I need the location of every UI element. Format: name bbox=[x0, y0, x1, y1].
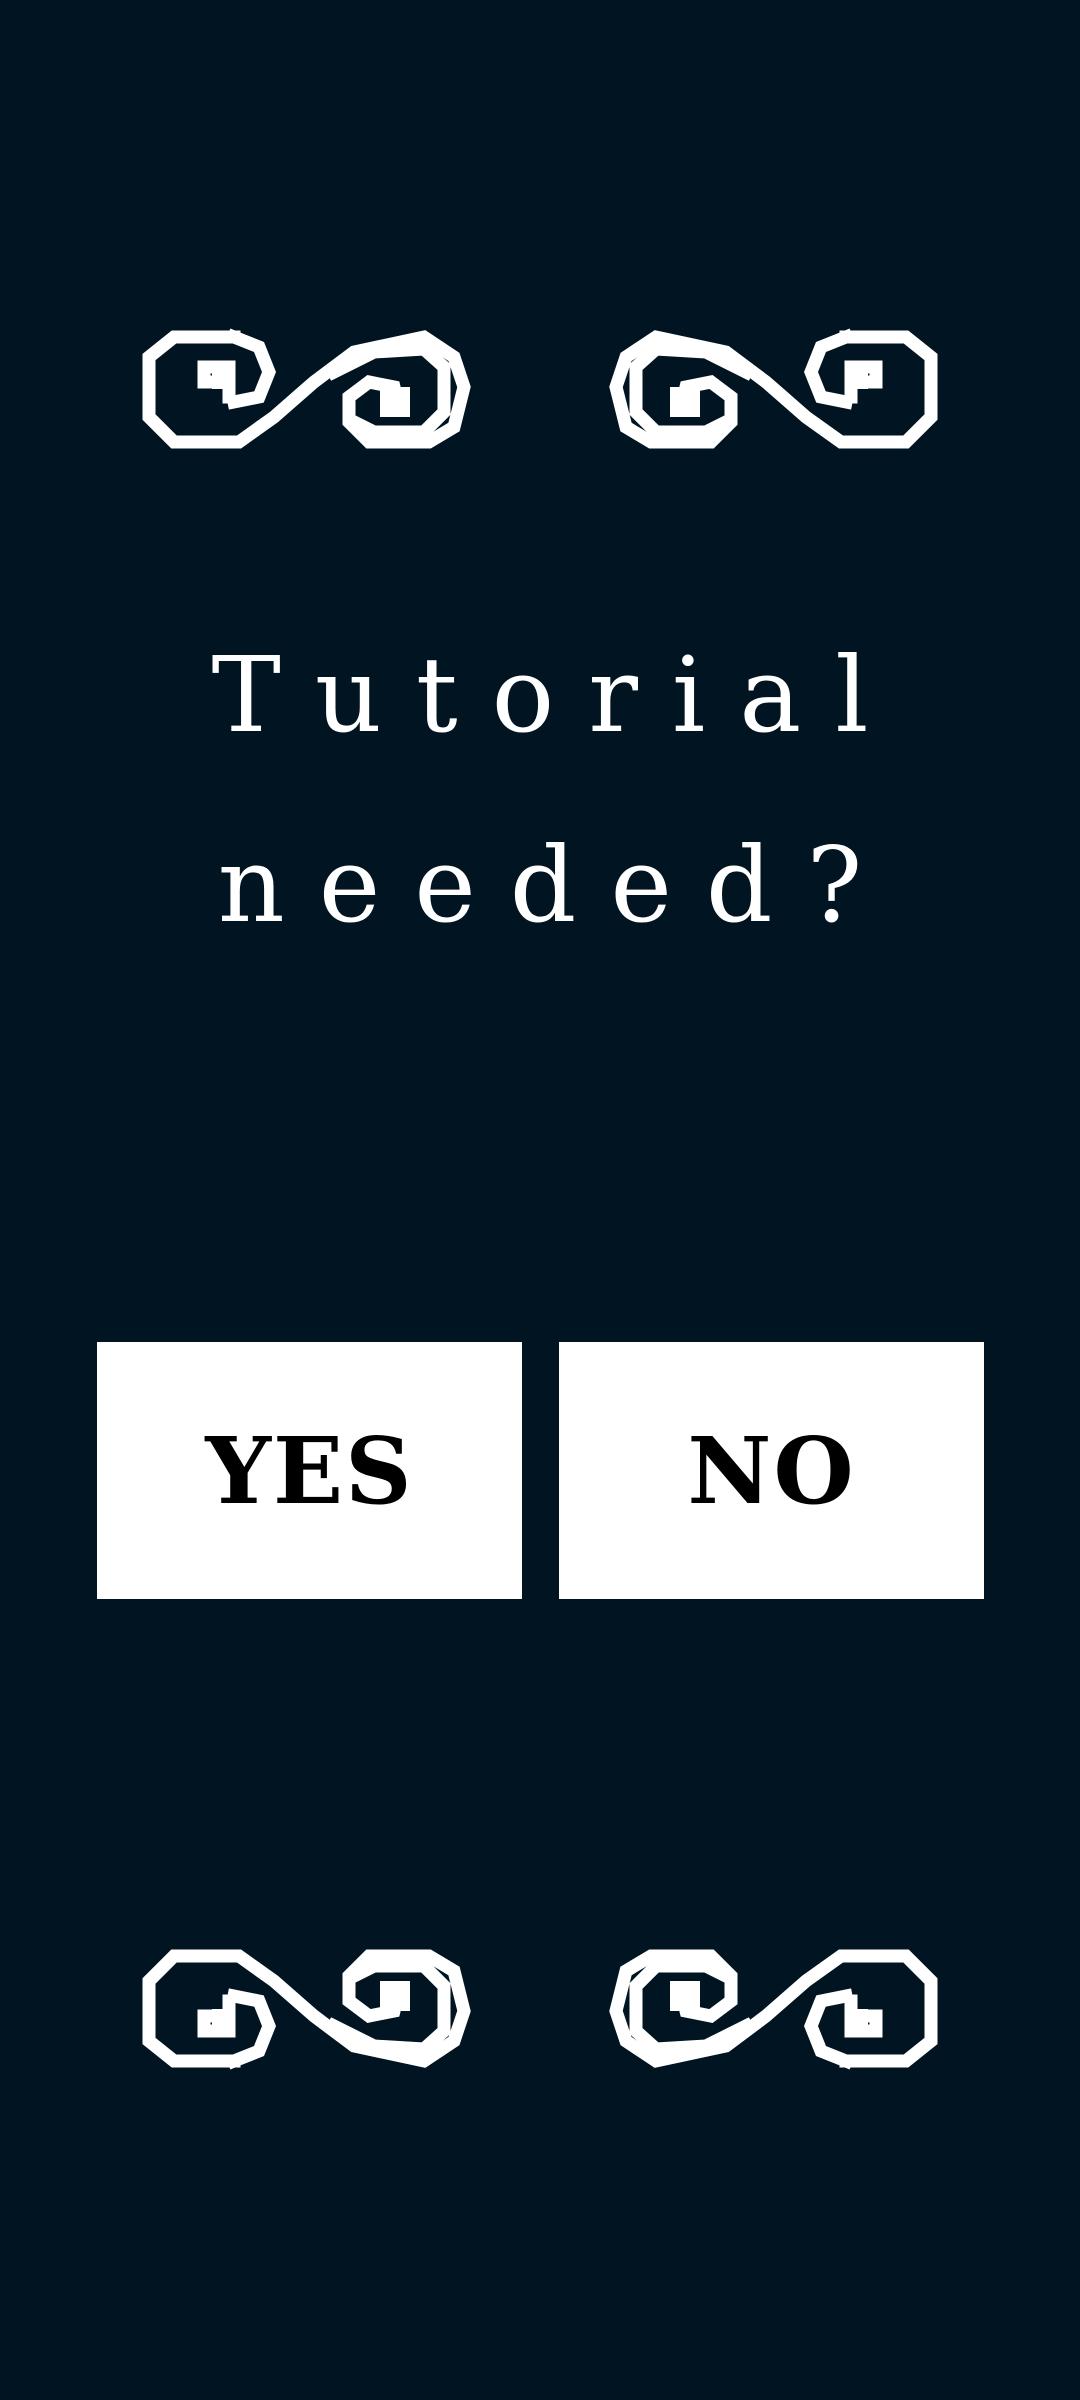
title-line-2: needed? bbox=[217, 824, 897, 946]
yes-button[interactable]: YES bbox=[97, 1342, 522, 1599]
title-line-1: Tutorial bbox=[211, 634, 903, 756]
no-button[interactable]: NO bbox=[559, 1342, 984, 1599]
top-swirl-ornament-icon bbox=[134, 327, 946, 457]
bottom-swirl-ornament-icon bbox=[134, 1941, 946, 2071]
tutorial-prompt-screen: Tutorial needed? YES NO bbox=[0, 0, 1080, 2400]
tutorial-question-title: Tutorial needed? bbox=[0, 600, 1080, 980]
